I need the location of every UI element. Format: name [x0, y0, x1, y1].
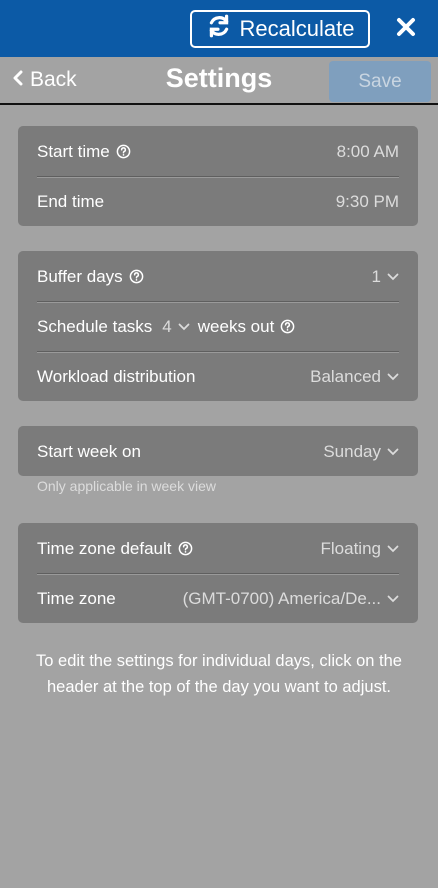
chevron-down-icon — [387, 545, 399, 552]
timezone-default-select[interactable]: Floating — [321, 539, 399, 559]
help-icon[interactable] — [129, 269, 144, 284]
save-button[interactable]: Save — [329, 61, 431, 102]
schedule-settings-card: Buffer days 1 Schedule tasks 4 weeks out — [18, 251, 418, 401]
chevron-down-icon — [387, 448, 399, 455]
chevron-down-icon — [387, 273, 399, 280]
recalculate-label: Recalculate — [239, 16, 355, 41]
settings-header: Back Settings Save — [0, 57, 438, 105]
workload-row: Workload distribution Balanced — [37, 352, 399, 401]
timezone-default-label: Time zone default — [37, 538, 172, 558]
start-week-label: Start week on — [37, 441, 141, 461]
end-time-value[interactable]: 9:30 PM — [336, 192, 399, 212]
end-time-row[interactable]: End time 9:30 PM — [37, 177, 399, 226]
chevron-down-icon — [178, 323, 190, 330]
start-week-row: Start week on Sunday — [37, 427, 399, 476]
chevron-down-icon — [387, 373, 399, 380]
weeks-out-select[interactable]: 4 — [162, 316, 190, 337]
workload-label: Workload distribution — [37, 366, 196, 386]
timezone-default-value: Floating — [320, 538, 381, 558]
week-settings-card: Start week on Sunday — [18, 426, 418, 476]
timezone-value: (GMT-0700) America/De... — [182, 588, 381, 608]
refresh-icon — [206, 13, 232, 45]
buffer-days-select[interactable]: 1 — [372, 267, 399, 287]
start-time-label: Start time — [37, 141, 110, 161]
schedule-tasks-row: Schedule tasks 4 weeks out — [37, 302, 399, 351]
start-time-value[interactable]: 8:00 AM — [337, 142, 399, 162]
help-icon[interactable] — [116, 144, 131, 159]
buffer-days-row: Buffer days 1 — [37, 252, 399, 301]
week-view-hint: Only applicable in week view — [37, 478, 216, 494]
timezone-label: Time zone — [37, 588, 116, 608]
start-week-select[interactable]: Sunday — [323, 442, 399, 462]
time-settings-card: Start time 8:00 AM End time 9:30 PM — [18, 126, 418, 226]
help-icon[interactable] — [280, 319, 295, 334]
close-icon — [396, 17, 416, 42]
help-icon[interactable] — [178, 541, 193, 556]
recalculate-button[interactable]: Recalculate — [190, 10, 370, 48]
workload-select[interactable]: Balanced — [310, 367, 399, 387]
schedule-tasks-label: Schedule tasks — [37, 316, 153, 336]
weeks-out-label: weeks out — [197, 316, 275, 336]
timezone-select[interactable]: (GMT-0700) America/De... — [183, 589, 399, 609]
weeks-out-value: 4 — [162, 316, 172, 336]
top-bar: Recalculate — [0, 0, 438, 57]
footer-note: To edit the settings for individual days… — [36, 652, 402, 696]
chevron-down-icon — [387, 595, 399, 602]
close-button[interactable] — [392, 14, 420, 44]
workload-value: Balanced — [310, 366, 381, 386]
timezone-settings-card: Time zone default Floating Time zone (GM… — [18, 523, 418, 623]
timezone-default-row: Time zone default Floating — [37, 524, 399, 573]
start-time-row[interactable]: Start time 8:00 AM — [37, 127, 399, 176]
buffer-days-value: 1 — [371, 266, 381, 286]
start-week-value: Sunday — [323, 441, 381, 461]
end-time-label: End time — [37, 191, 105, 211]
buffer-days-label: Buffer days — [37, 266, 123, 286]
timezone-row: Time zone (GMT-0700) America/De... — [37, 574, 399, 623]
